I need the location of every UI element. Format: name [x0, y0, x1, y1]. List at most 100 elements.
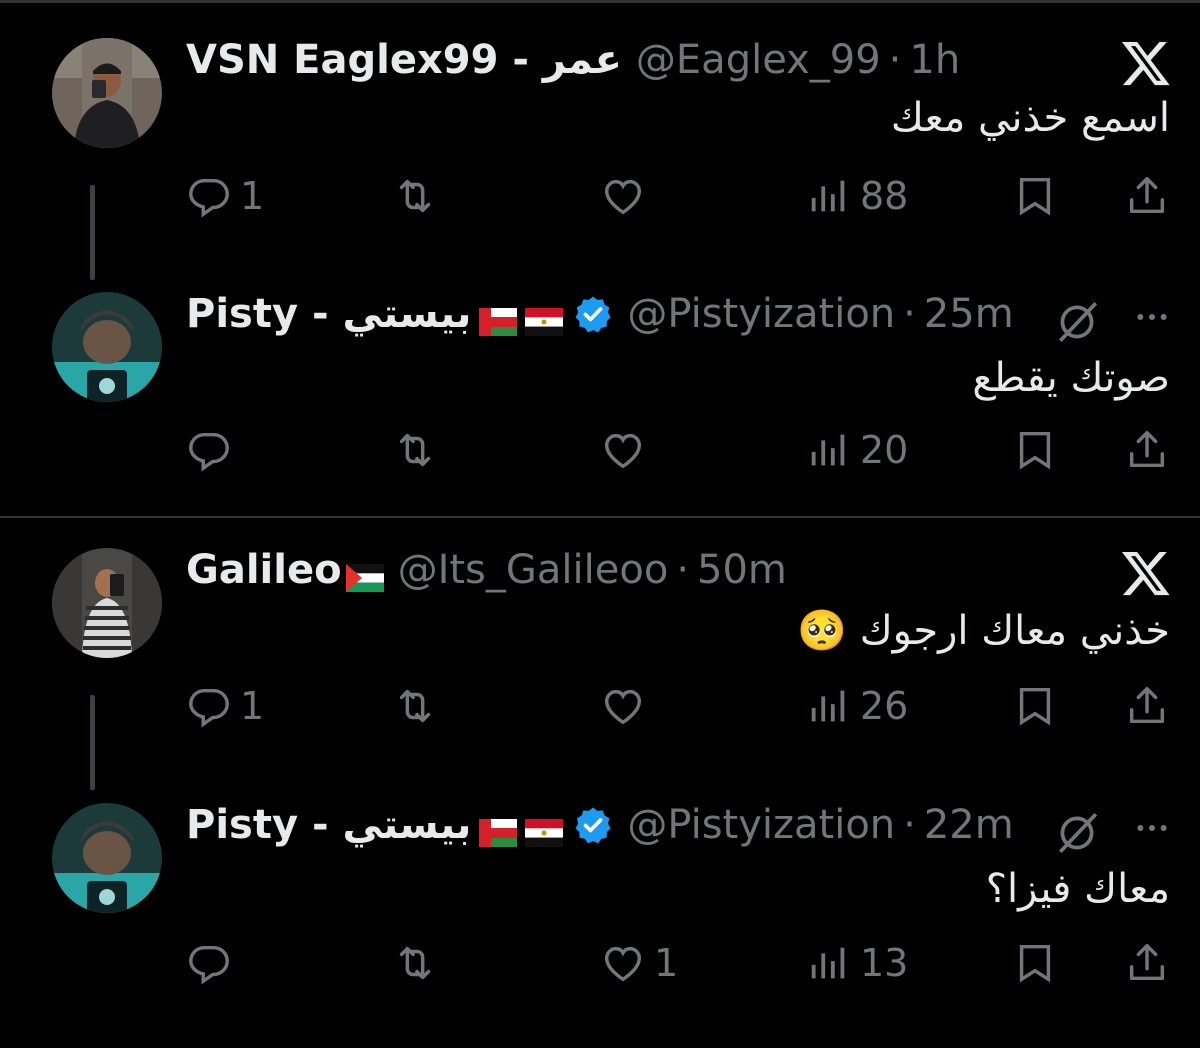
handle[interactable]: @Pistyization	[627, 291, 895, 337]
reply-icon	[189, 432, 229, 472]
reply-count: 1	[240, 684, 265, 728]
timestamp[interactable]: 50m	[697, 547, 787, 593]
share-icon	[1129, 944, 1165, 981]
retweet-icon	[399, 179, 431, 213]
share-icon	[1129, 431, 1165, 468]
avatar-galileo[interactable]	[52, 548, 162, 658]
views-icon	[811, 690, 845, 722]
verified-badge-icon	[573, 805, 613, 845]
more-dots-icon[interactable]	[1130, 808, 1174, 848]
views-count: 26	[860, 684, 909, 728]
verified-badge-icon	[573, 294, 613, 334]
separator-dot: ·	[903, 291, 916, 337]
more-dots-icon[interactable]	[1130, 297, 1174, 337]
share-button[interactable]	[1124, 427, 1170, 473]
handle[interactable]: @Pistyization	[627, 802, 895, 848]
palestine-flag-icon	[345, 556, 384, 592]
retweet-icon	[399, 946, 431, 980]
separator-dot: ·	[888, 37, 902, 83]
tweet-header: Pisty - بيستي @Pistyization · 25m	[186, 284, 1014, 344]
tweet-pisty-2[interactable]: Pisty - بيستي @Pistyization · 22m معاك ف…	[0, 798, 1200, 1048]
tweet-text: اسمع خذني معك	[890, 95, 1170, 141]
retweet-button[interactable]	[392, 940, 438, 986]
retweet-button[interactable]	[392, 683, 438, 729]
like-button[interactable]: 1	[600, 940, 678, 986]
like-button[interactable]	[600, 683, 654, 729]
avatar-pisty[interactable]	[52, 292, 162, 402]
retweet-icon	[399, 689, 431, 723]
bookmark-button[interactable]	[1012, 940, 1058, 986]
action-bar: 1 88	[0, 173, 1200, 223]
x-logo-icon[interactable]	[1120, 547, 1172, 599]
views-button[interactable]: 88	[806, 173, 908, 219]
display-name[interactable]: Pisty - بيستي	[186, 291, 471, 337]
bookmark-button[interactable]	[1012, 173, 1058, 219]
share-button[interactable]	[1124, 173, 1170, 219]
bookmark-icon	[1019, 431, 1051, 470]
share-icon	[1129, 177, 1165, 214]
oman-flag-icon	[479, 300, 518, 336]
tweet-text: خذني معاك ارجوك 🥺	[797, 608, 1170, 654]
separator-dot: ·	[676, 547, 690, 593]
like-button[interactable]	[600, 427, 654, 473]
grok-icon[interactable]	[1052, 297, 1102, 347]
tweet-eaglex[interactable]: VSN Eaglex99 - عمر @Eaglex_99 · 1h اسمع …	[0, 33, 1200, 283]
display-name[interactable]: Galileo	[186, 547, 342, 593]
views-button[interactable]: 26	[806, 683, 908, 729]
views-count: 88	[860, 174, 909, 218]
thread-divider	[0, 516, 1200, 518]
action-bar: 1 26	[0, 683, 1200, 733]
timestamp[interactable]: 1h	[909, 37, 960, 83]
timestamp[interactable]: 22m	[924, 802, 1014, 848]
display-name[interactable]: Pisty - بيستي	[186, 802, 471, 848]
reply-count: 1	[240, 174, 265, 218]
bookmark-button[interactable]	[1012, 427, 1058, 473]
retweet-button[interactable]	[392, 173, 438, 219]
views-count: 20	[860, 428, 909, 472]
action-bar: 1 13	[0, 940, 1200, 990]
display-name[interactable]: VSN Eaglex99 - عمر	[186, 37, 622, 83]
tweet-pisty-1[interactable]: Pisty - بيستي @Pistyization · 25m صوتك ي…	[0, 287, 1200, 537]
separator-dot: ·	[903, 802, 916, 848]
bookmark-icon	[1019, 687, 1051, 726]
handle[interactable]: @Eaglex_99	[636, 37, 881, 83]
bookmark-icon	[1019, 944, 1051, 983]
like-button[interactable]	[600, 173, 654, 219]
reply-button[interactable]: 1	[186, 683, 264, 729]
oman-flag-icon	[479, 811, 518, 847]
tweet-header: Pisty - بيستي @Pistyization · 22m	[186, 795, 1014, 855]
reply-button[interactable]	[186, 940, 240, 986]
tweet-text: معاك فيزا؟	[985, 866, 1170, 912]
x-logo-icon[interactable]	[1120, 37, 1172, 89]
egypt-flag-icon	[525, 300, 564, 336]
like-count: 1	[654, 941, 679, 985]
views-count: 13	[860, 941, 909, 985]
action-bar: 20	[0, 427, 1200, 477]
heart-icon	[604, 433, 642, 469]
avatar-eaglex[interactable]	[52, 38, 162, 148]
avatar-pisty[interactable]	[52, 803, 162, 913]
egypt-flag-icon	[525, 811, 564, 847]
tweet-galileo[interactable]: Galileo @Its_Galileoo · 50m خذني معاك ار…	[0, 543, 1200, 793]
tweet-text: صوتك يقطع	[972, 355, 1170, 401]
grok-icon[interactable]	[1052, 808, 1102, 858]
heart-icon	[604, 179, 642, 215]
retweet-button[interactable]	[392, 427, 438, 473]
bookmark-icon	[1019, 177, 1051, 216]
tweet-header: Galileo @Its_Galileoo · 50m	[186, 540, 787, 600]
views-icon	[811, 180, 845, 212]
bookmark-button[interactable]	[1012, 683, 1058, 729]
reply-icon	[189, 178, 229, 218]
tweet-header: VSN Eaglex99 - عمر @Eaglex_99 · 1h	[186, 30, 960, 90]
handle[interactable]: @Its_Galileoo	[398, 547, 669, 593]
reply-button[interactable]	[186, 427, 240, 473]
views-button[interactable]: 13	[806, 940, 908, 986]
reply-button[interactable]: 1	[186, 173, 264, 219]
views-button[interactable]: 20	[806, 427, 908, 473]
share-icon	[1129, 687, 1165, 724]
share-button[interactable]	[1124, 940, 1170, 986]
timestamp[interactable]: 25m	[924, 291, 1014, 337]
share-button[interactable]	[1124, 683, 1170, 729]
views-icon	[811, 434, 845, 466]
heart-icon	[604, 946, 642, 982]
